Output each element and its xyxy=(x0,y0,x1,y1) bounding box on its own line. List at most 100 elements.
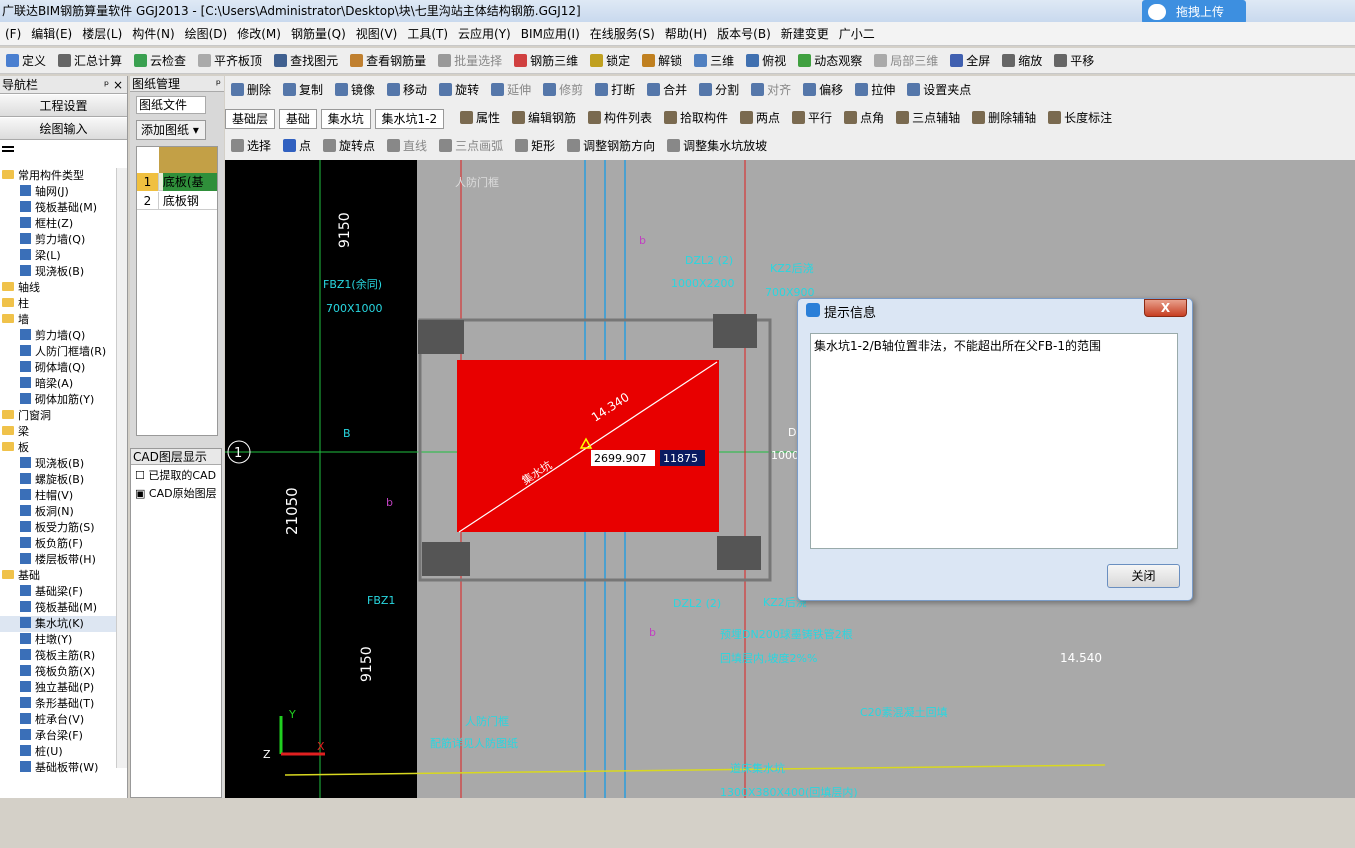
toolbar-button[interactable]: 查找图元 xyxy=(268,48,344,74)
tree-item[interactable]: 剪力墙(Q) xyxy=(0,232,116,248)
tree-item[interactable]: 梁(L) xyxy=(0,248,116,264)
table-row[interactable]: 1 底板(基 xyxy=(137,173,217,191)
edit-button[interactable]: 旋转 xyxy=(433,76,485,104)
type-select[interactable]: 基础 xyxy=(278,108,317,129)
tree-item[interactable]: 板负筋(F) xyxy=(0,536,116,552)
tree-category[interactable]: 梁 xyxy=(0,424,116,440)
tree-item[interactable]: 桩承台(V) xyxy=(0,712,116,728)
draw-mode-button[interactable]: 选择 xyxy=(225,132,277,160)
menu-item[interactable]: 广小二 xyxy=(834,22,880,46)
drawing-panel-pin-icon[interactable]: ᵖ xyxy=(216,76,224,92)
tree-item[interactable]: 集水坑(K) xyxy=(0,616,116,632)
dialog-ok-button[interactable]: 关闭 xyxy=(1107,564,1180,588)
menu-item[interactable]: 云应用(Y) xyxy=(453,22,516,46)
draw-mode-button[interactable]: 矩形 xyxy=(509,132,561,160)
tree-category[interactable]: 柱 xyxy=(0,296,116,312)
tree-category[interactable]: 墙 xyxy=(0,312,116,328)
tree-item[interactable]: 砌体墙(Q) xyxy=(0,360,116,376)
draw-mode-button[interactable]: 调整集水坑放坡 xyxy=(661,132,773,160)
component-select[interactable]: 集水坑 xyxy=(320,108,371,129)
draw-mode-button[interactable]: 调整钢筋方向 xyxy=(561,132,661,160)
tree-item[interactable]: 筏板负筋(X) xyxy=(0,664,116,680)
tree-item[interactable]: 框柱(Z) xyxy=(0,216,116,232)
tree-item[interactable]: 柱帽(V) xyxy=(0,488,116,504)
tree-item[interactable]: 暗梁(A) xyxy=(0,376,116,392)
nav-scrollbar[interactable] xyxy=(116,168,127,768)
tree-item[interactable]: 轴网(J) xyxy=(0,184,116,200)
floor-select[interactable]: 基础层 xyxy=(225,108,276,129)
tree-item[interactable]: 基础板带(W) xyxy=(0,760,116,776)
tree-item[interactable]: 独立基础(P) xyxy=(0,680,116,696)
menu-item[interactable]: 钢筋量(Q) xyxy=(286,22,351,46)
toolbar-button[interactable]: 动态观察 xyxy=(792,48,868,74)
tree-item[interactable]: 柱墩(Y) xyxy=(0,632,116,648)
tree-item[interactable]: 现浇板(B) xyxy=(0,456,116,472)
toolbar-button[interactable]: 钢筋三维 xyxy=(508,48,584,74)
edit-button[interactable]: 修剪 xyxy=(537,76,589,104)
component-button[interactable]: 构件列表 xyxy=(582,104,658,132)
toolbar-button[interactable]: 全屏 xyxy=(944,48,996,74)
tab-drawing-files[interactable]: 图纸文件 xyxy=(136,96,206,114)
menu-item[interactable]: 在线服务(S) xyxy=(585,22,660,46)
toolbar-button[interactable]: 定义 xyxy=(0,48,52,74)
edit-button[interactable]: 合并 xyxy=(641,76,693,104)
edit-button[interactable]: 延伸 xyxy=(485,76,537,104)
component-button[interactable]: 编辑钢筋 xyxy=(506,104,582,132)
edit-button[interactable]: 镜像 xyxy=(329,76,381,104)
menu-item[interactable]: 工具(T) xyxy=(402,22,453,46)
edit-button[interactable]: 分割 xyxy=(693,76,745,104)
component-button[interactable]: 平行 xyxy=(786,104,838,132)
tree-category[interactable]: 轴线 xyxy=(0,280,116,296)
tree-item[interactable]: 板受力筋(S) xyxy=(0,520,116,536)
toolbar-button[interactable]: 批量选择 xyxy=(432,48,508,74)
tree-item[interactable]: 剪力墙(Q) xyxy=(0,328,116,344)
toolbar-button[interactable]: 局部三维 xyxy=(868,48,944,74)
cad-layer-item[interactable]: ☐ 已提取的CAD xyxy=(131,465,221,485)
tree-item[interactable]: 基础梁(F) xyxy=(0,584,116,600)
toolbar-button[interactable]: 汇总计算 xyxy=(52,48,128,74)
tree-item[interactable]: 桩(U) xyxy=(0,744,116,760)
menu-item[interactable]: BIM应用(I) xyxy=(516,22,585,46)
tree-item[interactable]: 楼层板带(H) xyxy=(0,552,116,568)
toolbar-button[interactable]: 锁定 xyxy=(584,48,636,74)
nav-pin-icon[interactable]: ᵖ × xyxy=(104,76,123,94)
tree-item[interactable]: 条形基础(T) xyxy=(0,696,116,712)
table-row[interactable]: 2 底板钢 xyxy=(137,192,217,210)
component-button[interactable]: 拾取构件 xyxy=(658,104,734,132)
menu-item[interactable]: 视图(V) xyxy=(351,22,403,46)
item-select[interactable]: 集水坑1-2 xyxy=(374,108,445,129)
component-button[interactable]: 删除辅轴 xyxy=(966,104,1042,132)
cad-layer-item[interactable]: ▣ CAD原始图层 xyxy=(131,485,221,501)
tree-item[interactable]: 筏板基础(M) xyxy=(0,200,116,216)
collapse-icon[interactable] xyxy=(2,146,14,152)
upload-button[interactable]: 拖拽上传 xyxy=(1142,0,1246,24)
add-drawing-button[interactable]: 添加图纸 ▾ xyxy=(136,120,206,140)
drawing-input-button[interactable]: 绘图输入 xyxy=(0,118,127,140)
tree-category[interactable]: 板 xyxy=(0,440,116,456)
project-settings-button[interactable]: 工程设置 xyxy=(0,95,127,117)
toolbar-button[interactable]: 查看钢筋量 xyxy=(344,48,432,74)
draw-mode-button[interactable]: 旋转点 xyxy=(317,132,381,160)
tree-item[interactable]: 砌体加筋(Y) xyxy=(0,392,116,408)
edit-button[interactable]: 对齐 xyxy=(745,76,797,104)
menu-item[interactable]: 修改(M) xyxy=(232,22,286,46)
menu-item[interactable]: 帮助(H) xyxy=(660,22,712,46)
tree-item[interactable]: 承台梁(F) xyxy=(0,728,116,744)
menu-item[interactable]: (F) xyxy=(0,22,26,46)
toolbar-button[interactable]: 解锁 xyxy=(636,48,688,74)
edit-button[interactable]: 设置夹点 xyxy=(901,76,977,104)
component-button[interactable]: 点角 xyxy=(838,104,890,132)
dialog-close-button[interactable]: X xyxy=(1144,299,1187,317)
menu-item[interactable]: 构件(N) xyxy=(127,22,179,46)
component-button[interactable]: 三点辅轴 xyxy=(890,104,966,132)
edit-button[interactable]: 复制 xyxy=(277,76,329,104)
draw-mode-button[interactable]: 三点画弧 xyxy=(433,132,509,160)
tree-item[interactable]: 筏板主筋(R) xyxy=(0,648,116,664)
draw-mode-button[interactable]: 点 xyxy=(277,132,317,160)
sump-pit-shape[interactable] xyxy=(457,360,719,532)
tree-item[interactable]: 螺旋板(B) xyxy=(0,472,116,488)
toolbar-button[interactable]: 平移 xyxy=(1048,48,1100,74)
menu-item[interactable]: 新建变更 xyxy=(776,22,834,46)
component-button[interactable]: 长度标注 xyxy=(1042,104,1118,132)
edit-button[interactable]: 偏移 xyxy=(797,76,849,104)
